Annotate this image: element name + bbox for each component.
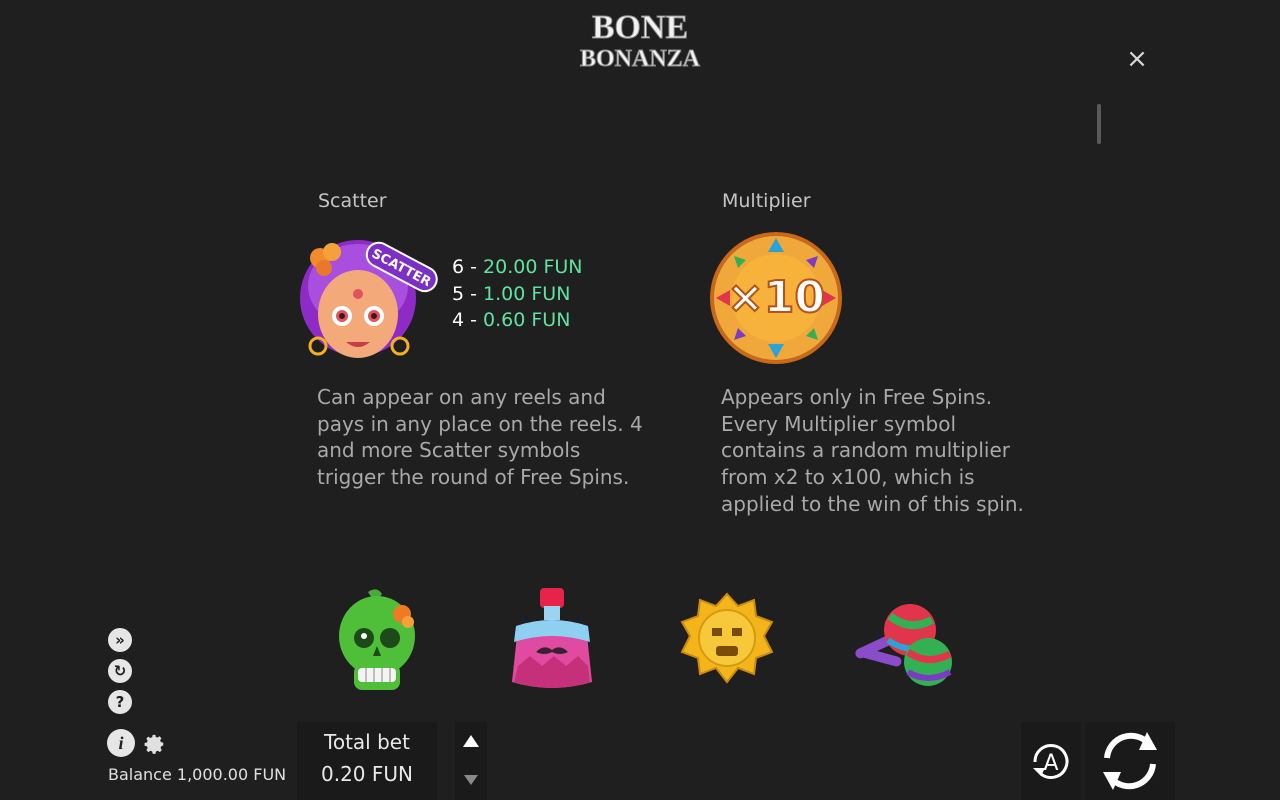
logo-line2: BONANZA: [580, 46, 701, 72]
description-line: pays in any place on the reels. 4: [317, 411, 643, 436]
spin-arrows-icon: [1103, 732, 1157, 790]
description-line: Can appear on any reels and: [317, 385, 606, 409]
total-bet-label: Total bet: [324, 730, 410, 754]
description-line: from x2 to x100, which is: [721, 465, 975, 490]
paytable-amount: 1.00 FUN: [483, 282, 571, 305]
paytable-count: 4 -: [452, 309, 477, 331]
scrollbar[interactable]: [1097, 104, 1101, 144]
green-skull-symbol-icon: [339, 589, 415, 690]
description-line: Every Multiplier symbol: [721, 411, 956, 436]
bet-stepper: [455, 722, 487, 800]
spin-button[interactable]: [1085, 722, 1175, 800]
paytable-row: 5 - 1.00 FUN: [452, 281, 583, 308]
bet-decrease-button[interactable]: [455, 762, 487, 798]
help-button[interactable]: ?: [108, 690, 132, 714]
description-line: applied to the win of this spin.: [721, 491, 1024, 516]
paytable-count: 6 -: [452, 256, 477, 278]
arrow-up-icon: [463, 735, 479, 747]
description-line: and more Scatter symbols: [317, 438, 581, 463]
description-line: trigger the round of Free Spins.: [317, 465, 630, 490]
scatter-symbol-icon: SCATTER: [300, 240, 438, 358]
potion-bottle-symbol-icon: [512, 588, 592, 688]
paytable-amount: 20.00 FUN: [483, 256, 583, 278]
scatter-title: Scatter: [318, 190, 387, 212]
bet-increase-button[interactable]: [455, 724, 487, 760]
multiplier-title: Multiplier: [722, 190, 811, 212]
description-line: contains a random multiplier: [721, 438, 1011, 463]
logo-line1: BONE: [592, 9, 688, 46]
turbo-spin-icon[interactable]: »: [108, 628, 132, 652]
paytable-amount: 0.60 FUN: [483, 309, 571, 331]
autoplay-label: A: [1043, 751, 1058, 776]
maracas-symbol-icon: [855, 604, 952, 686]
total-bet-panel: Total bet 0.20 FUN: [297, 722, 437, 800]
golden-sun-mask-symbol-icon: [680, 592, 774, 684]
game-logo: BONE BONANZA: [579, 9, 701, 73]
balance-display: Balance 1,000.00 FUN: [108, 765, 287, 784]
scatter-paytable: 6 - 20.00 FUN 5 - 1.00 FUN 4 - 0.60 FUN: [452, 254, 583, 334]
description-line: Appears only in Free Spins.: [721, 385, 993, 409]
multiplier-description: Appears only in Free Spins. Every Multip…: [721, 384, 1024, 518]
settings-gear-icon[interactable]: [144, 733, 166, 755]
multiplier-symbol-icon: ×10: [710, 232, 842, 364]
autoplay-icon: A: [1033, 744, 1069, 779]
total-bet-value: 0.20 FUN: [321, 762, 413, 786]
close-button[interactable]: ×: [1124, 46, 1150, 72]
paytable-row: 6 - 20.00 FUN: [452, 254, 583, 281]
multiplier-badge-text: ×10: [727, 272, 825, 323]
paytable-count: 5 -: [452, 282, 477, 305]
history-icon[interactable]: ↻: [108, 659, 132, 683]
arrow-down-icon: [464, 775, 478, 785]
info-button[interactable]: i: [107, 729, 135, 757]
paytable-row: 4 - 0.60 FUN: [452, 307, 583, 334]
scatter-description: Can appear on any reels and pays in any …: [317, 384, 643, 491]
autoplay-button[interactable]: A: [1021, 722, 1081, 800]
